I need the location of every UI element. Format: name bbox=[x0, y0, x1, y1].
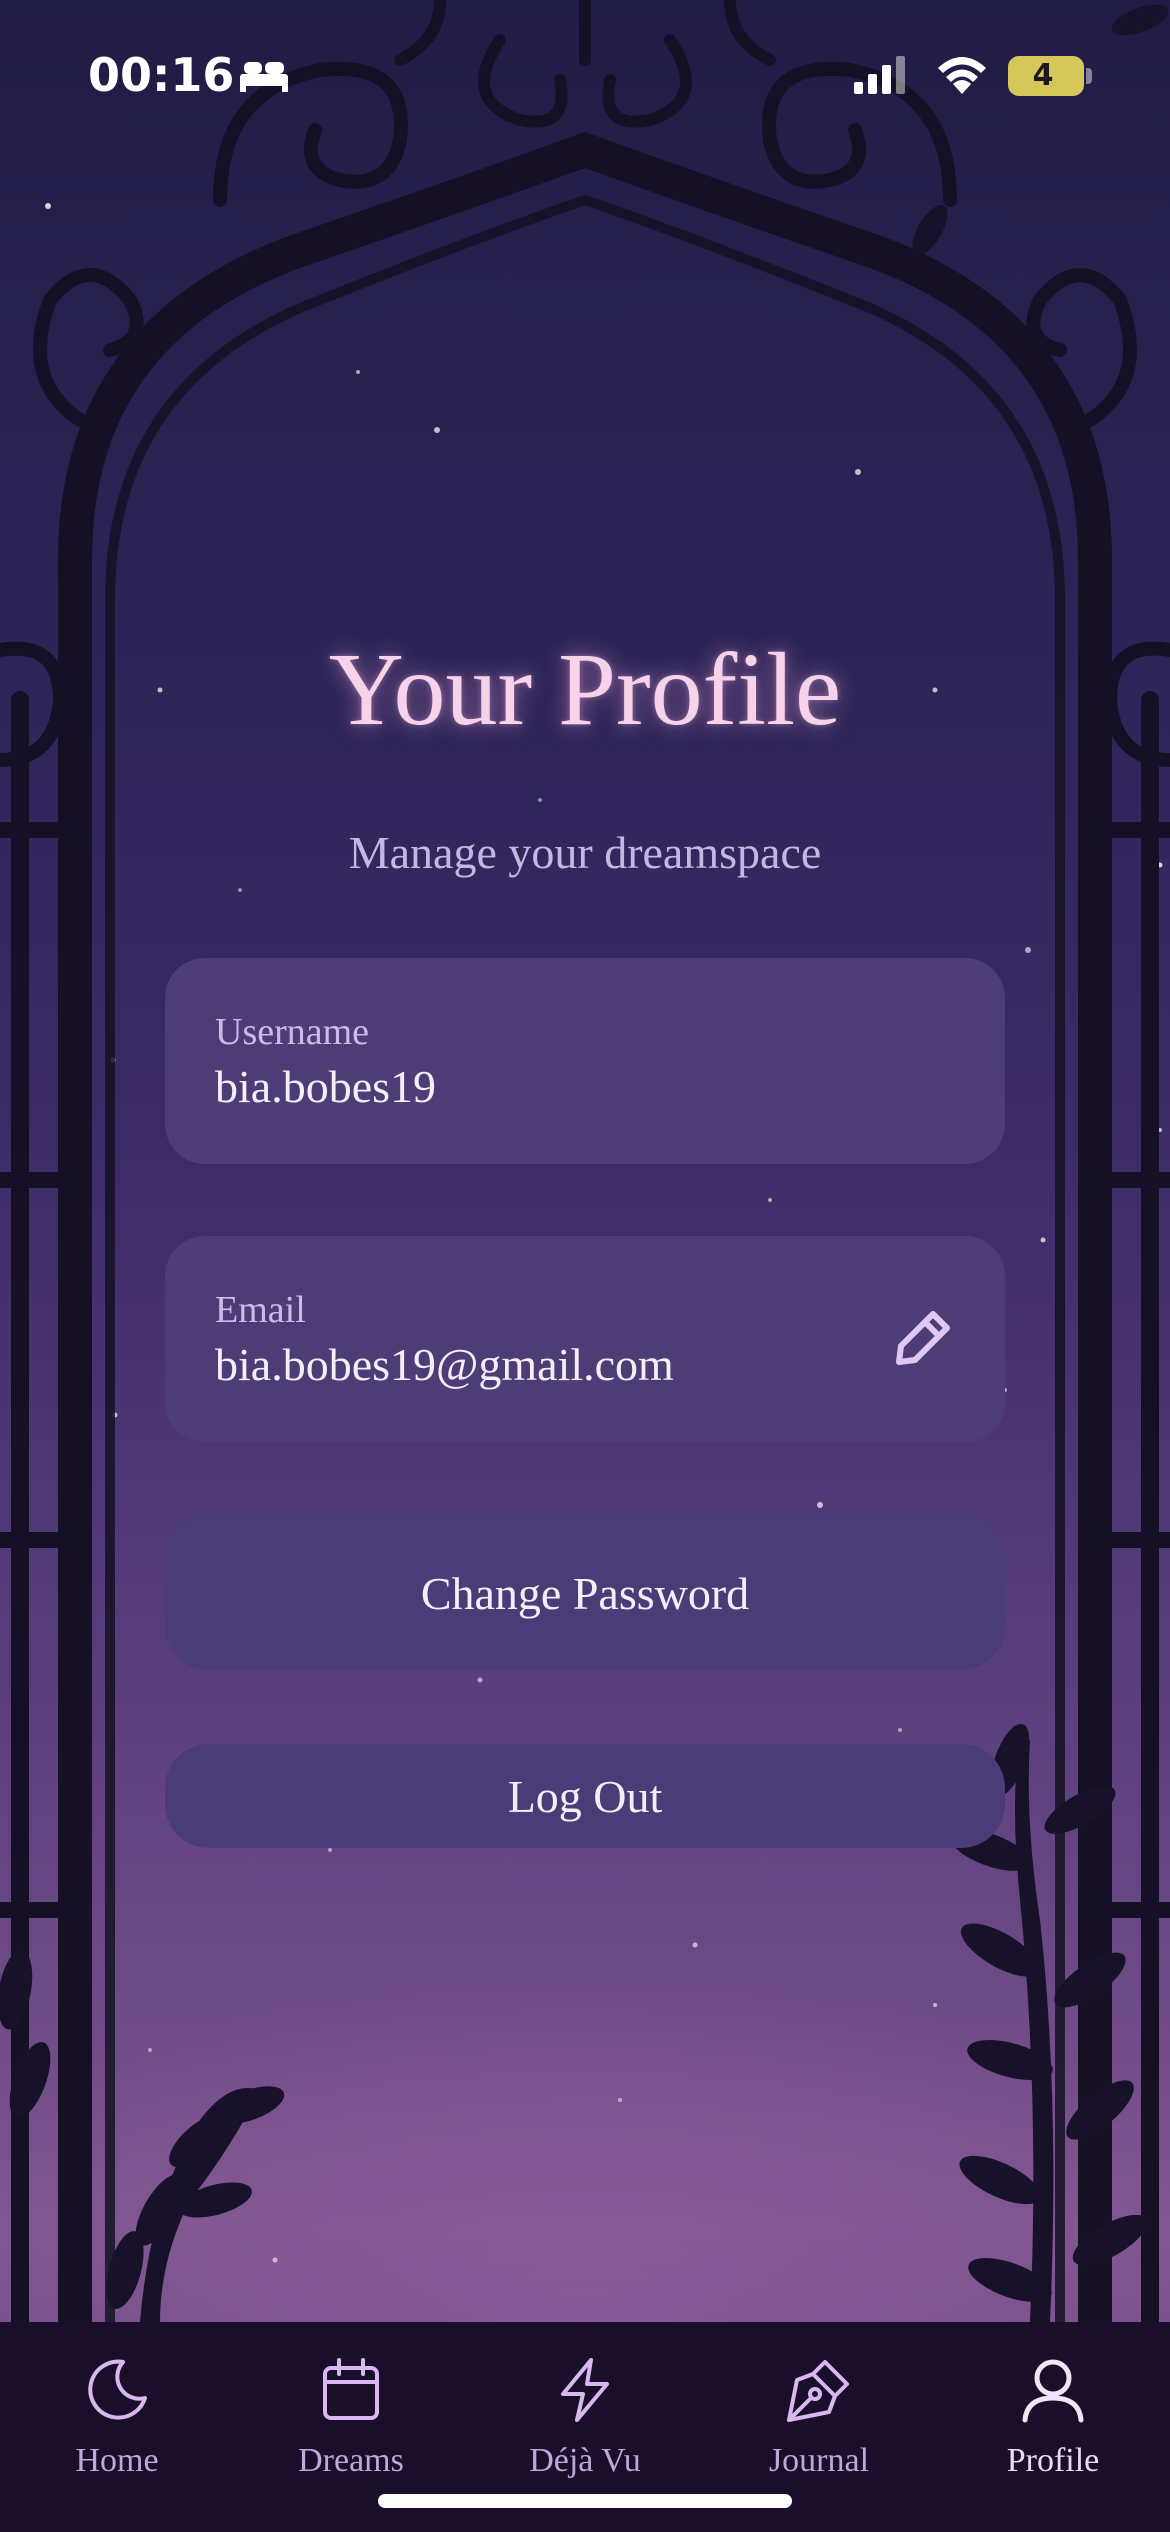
change-password-button[interactable]: Change Password bbox=[165, 1516, 1005, 1670]
username-label: Username bbox=[215, 1011, 370, 1053]
tab-dreams[interactable]: Dreams bbox=[234, 2342, 468, 2492]
battery-cap bbox=[1086, 68, 1092, 84]
email-field: Email bia.bobes19@gmail.com bbox=[165, 1236, 1005, 1442]
pencil-icon[interactable] bbox=[893, 1306, 955, 1368]
log-out-button[interactable]: Log Out bbox=[165, 1744, 1005, 1848]
moon-icon bbox=[88, 2359, 147, 2420]
tab-label-deja-vu: Déjà Vu bbox=[529, 2442, 641, 2479]
status-time: 00:16 bbox=[88, 48, 235, 102]
tab-deja-vu[interactable]: Déjà Vu bbox=[468, 2342, 702, 2492]
wifi-icon bbox=[938, 57, 986, 94]
page-subtitle: Manage your dreamspace bbox=[348, 827, 822, 878]
battery-indicator: 4 bbox=[1008, 56, 1084, 96]
user-icon bbox=[1022, 2359, 1084, 2423]
page-title: Your Profile bbox=[328, 632, 842, 747]
tab-label-profile: Profile bbox=[1006, 2442, 1100, 2479]
tab-label-dreams: Dreams bbox=[298, 2442, 404, 2479]
email-label: Email bbox=[215, 1289, 306, 1331]
tab-profile[interactable]: Profile bbox=[936, 2342, 1170, 2492]
home-indicator[interactable] bbox=[378, 2494, 792, 2508]
tab-label-journal: Journal bbox=[768, 2442, 870, 2479]
username-value: bia.bobes19 bbox=[215, 1061, 437, 1112]
battery-level: 4 bbox=[1032, 58, 1054, 93]
pen-nib-icon bbox=[787, 2360, 849, 2422]
username-field: Username bia.bobes19 bbox=[165, 958, 1005, 1164]
email-value: bia.bobes19@gmail.com bbox=[215, 1339, 674, 1390]
status-bar: 00:16 4 bbox=[0, 0, 1170, 150]
lightning-icon bbox=[561, 2358, 609, 2422]
cellular-signal-icon bbox=[854, 56, 905, 94]
tab-journal[interactable]: Journal bbox=[702, 2342, 936, 2492]
tab-home[interactable]: Home bbox=[0, 2342, 234, 2492]
calendar-icon bbox=[323, 2358, 379, 2420]
bed-icon bbox=[240, 62, 288, 92]
tab-bar: Home Dreams Déjà Vu Journal Profile bbox=[0, 2322, 1170, 2532]
tab-label-home: Home bbox=[75, 2442, 159, 2479]
